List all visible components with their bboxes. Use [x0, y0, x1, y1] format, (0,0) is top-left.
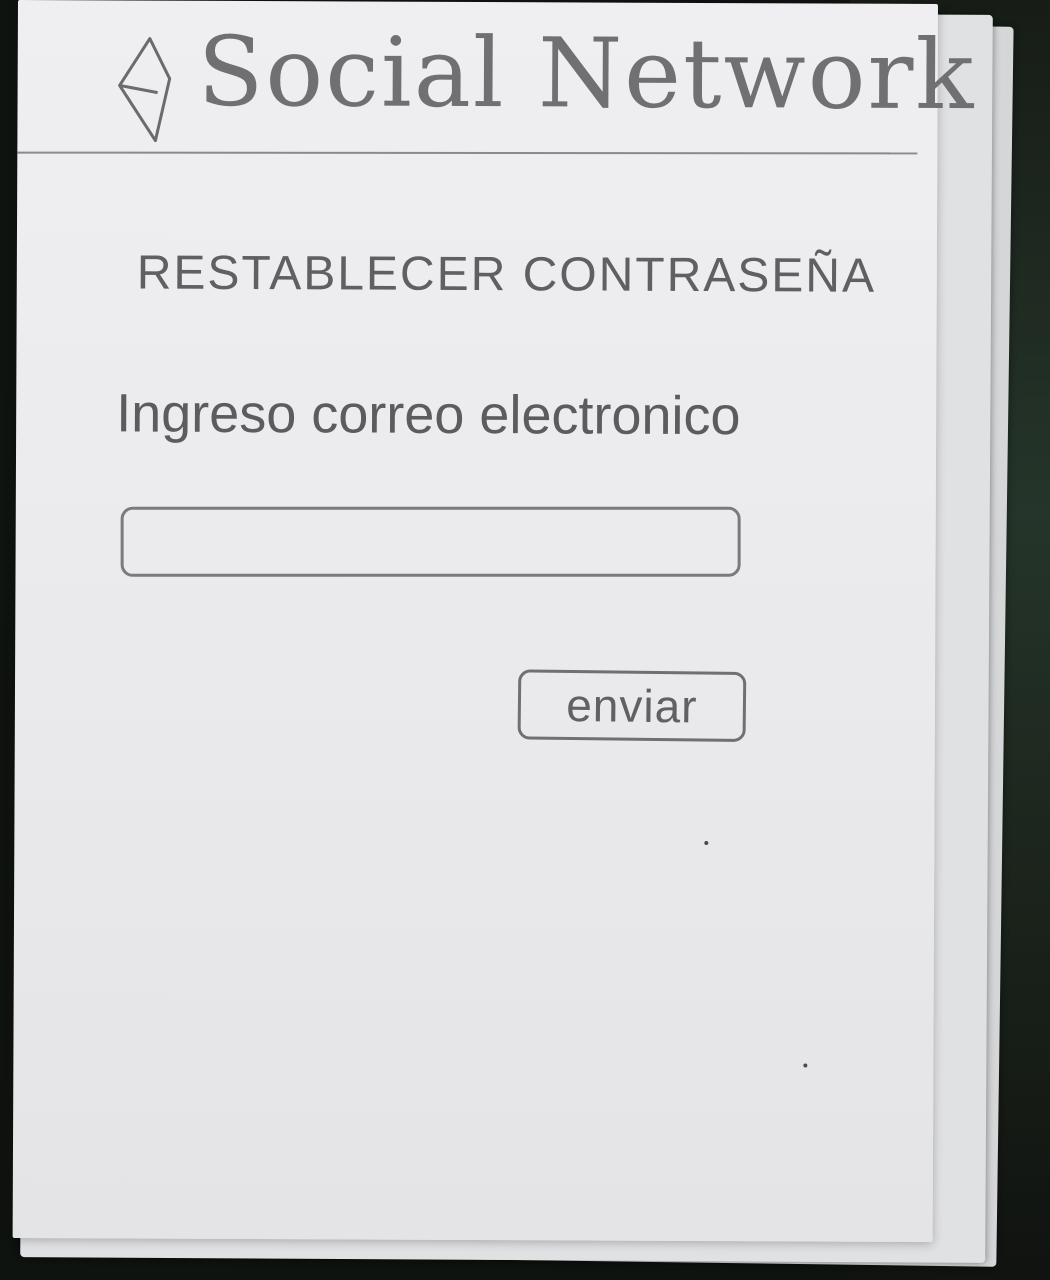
app-header: Social Network [17, 0, 976, 155]
back-arrow-icon[interactable] [107, 30, 178, 145]
wireframe-sheet: Social Network RESTABLECER CONTRASEÑA In… [12, 0, 976, 1243]
email-input[interactable] [120, 506, 741, 577]
submit-button[interactable]: enviar [517, 669, 747, 742]
email-field-label: Ingreso correo electronico [116, 383, 741, 447]
page-title: RESTABLECER CONTRASEÑA [136, 246, 877, 303]
app-title: Social Network [197, 15, 976, 132]
pencil-mark [803, 1063, 808, 1068]
header-divider [17, 151, 918, 155]
pencil-mark [704, 841, 709, 846]
